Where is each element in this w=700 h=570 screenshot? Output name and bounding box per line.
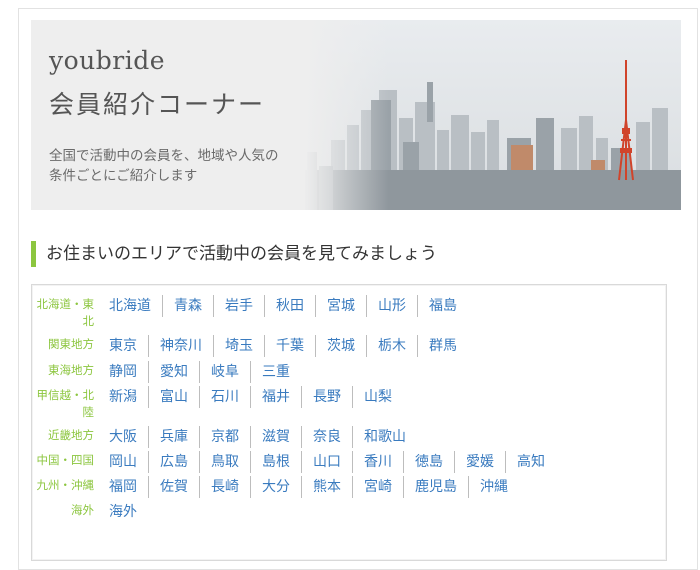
pref-link[interactable]: 千葉 [264,335,315,357]
pref-list: 静岡 愛知 岐阜 三重 [109,361,301,383]
pref-link[interactable]: 神奈川 [148,335,213,357]
pref-link[interactable]: 京都 [199,426,250,448]
pref-list: 新潟 富山 石川 福井 長野 山梨 [109,386,403,408]
pref-link[interactable]: 鹿児島 [403,476,468,498]
pref-link[interactable]: 群馬 [417,335,468,357]
pref-link[interactable]: 山梨 [352,386,403,408]
pref-link[interactable]: 宮城 [315,295,366,317]
pref-link[interactable]: 佐賀 [148,476,199,498]
pref-link[interactable]: 長崎 [199,476,250,498]
pref-list: 岡山 広島 鳥取 島根 山口 香川 徳島 愛媛 高知 [109,451,556,473]
region-row: 北海道・東北 北海道 青森 岩手 秋田 宮城 山形 福島 [32,295,666,330]
pref-link[interactable]: 岩手 [213,295,264,317]
pref-link[interactable]: 石川 [199,386,250,408]
pref-link[interactable]: 愛知 [148,361,199,383]
pref-list: 大阪 兵庫 京都 滋賀 奈良 和歌山 [109,426,417,448]
pref-list: 福岡 佐賀 長崎 大分 熊本 宮崎 鹿児島 沖縄 [109,476,519,498]
section-title: お住まいのエリアで活動中の会員を見てみましょう [31,241,437,267]
region-label: 近畿地方 [48,428,94,442]
pref-link[interactable]: 島根 [250,451,301,473]
pref-link[interactable]: 徳島 [403,451,454,473]
pref-list: 海外 [109,501,148,523]
pref-link[interactable]: 滋賀 [250,426,301,448]
region-row: 近畿地方 大阪 兵庫 京都 滋賀 奈良 和歌山 [32,426,666,448]
pref-link[interactable]: 香川 [352,451,403,473]
region-label: 中国・四国 [36,453,95,467]
pref-link[interactable]: 兵庫 [148,426,199,448]
region-row: 海外 海外 [32,501,666,523]
pref-link[interactable]: 大分 [250,476,301,498]
brand-name: youbride [49,46,166,75]
pref-link[interactable]: 北海道 [109,295,162,317]
region-label: 九州・沖縄 [36,478,95,492]
banner-subtitle: 会員紹介コーナー [49,90,266,119]
region-row: 九州・沖縄 福岡 佐賀 長崎 大分 熊本 宮崎 鹿児島 沖縄 [32,476,666,498]
region-row: 甲信越・北陸 新潟 富山 石川 福井 長野 山梨 [32,386,666,421]
region-label: 東海地方 [48,363,94,377]
pref-link[interactable]: 埼玉 [213,335,264,357]
pref-link[interactable]: 奈良 [301,426,352,448]
pref-link[interactable]: 静岡 [109,361,148,383]
pref-link[interactable]: 秋田 [264,295,315,317]
content-frame: youbride 会員紹介コーナー 全国で活動中の会員を、地域や人気の 条件ごと… [18,8,698,570]
pref-link[interactable]: 広島 [148,451,199,473]
banner-desc-line1: 全国で活動中の会員を、地域や人気の [49,148,279,164]
pref-link[interactable]: 海外 [109,501,148,523]
pref-link[interactable]: 東京 [109,335,148,357]
region-row: 関東地方 東京 神奈川 埼玉 千葉 茨城 栃木 群馬 [32,335,666,357]
pref-link[interactable]: 福島 [417,295,468,317]
pref-link[interactable]: 和歌山 [352,426,417,448]
hero-banner: youbride 会員紹介コーナー 全国で活動中の会員を、地域や人気の 条件ごと… [31,20,681,210]
pref-list: 北海道 青森 岩手 秋田 宮城 山形 福島 [109,295,468,317]
pref-link[interactable]: 長野 [301,386,352,408]
banner-desc-line2: 条件ごとにご紹介します [49,168,198,184]
pref-link[interactable]: 沖縄 [468,476,519,498]
pref-link[interactable]: 愛媛 [454,451,505,473]
region-row: 東海地方 静岡 愛知 岐阜 三重 [32,361,666,383]
pref-link[interactable]: 高知 [505,451,556,473]
pref-link[interactable]: 栃木 [366,335,417,357]
area-list: 北海道・東北 北海道 青森 岩手 秋田 宮城 山形 福島 関東地方 東京 神奈川… [31,284,667,561]
region-label: 甲信越・北陸 [36,388,95,419]
pref-link[interactable]: 熊本 [301,476,352,498]
pref-link[interactable]: 鳥取 [199,451,250,473]
pref-link[interactable]: 岡山 [109,451,148,473]
pref-link[interactable]: 青森 [162,295,213,317]
region-label: 北海道・東北 [36,297,95,328]
pref-link[interactable]: 福岡 [109,476,148,498]
pref-link[interactable]: 茨城 [315,335,366,357]
region-row: 中国・四国 岡山 広島 鳥取 島根 山口 香川 徳島 愛媛 高知 [32,451,666,473]
pref-link[interactable]: 三重 [250,361,301,383]
pref-link[interactable]: 福井 [250,386,301,408]
region-label: 海外 [71,503,94,517]
pref-link[interactable]: 大阪 [109,426,148,448]
pref-link[interactable]: 富山 [148,386,199,408]
banner-description: 全国で活動中の会員を、地域や人気の 条件ごとにご紹介します [49,146,309,186]
pref-link[interactable]: 山口 [301,451,352,473]
region-label: 関東地方 [48,337,94,351]
pref-link[interactable]: 宮崎 [352,476,403,498]
pref-list: 東京 神奈川 埼玉 千葉 茨城 栃木 群馬 [109,335,468,357]
pref-link[interactable]: 岐阜 [199,361,250,383]
pref-link[interactable]: 山形 [366,295,417,317]
pref-link[interactable]: 新潟 [109,386,148,408]
